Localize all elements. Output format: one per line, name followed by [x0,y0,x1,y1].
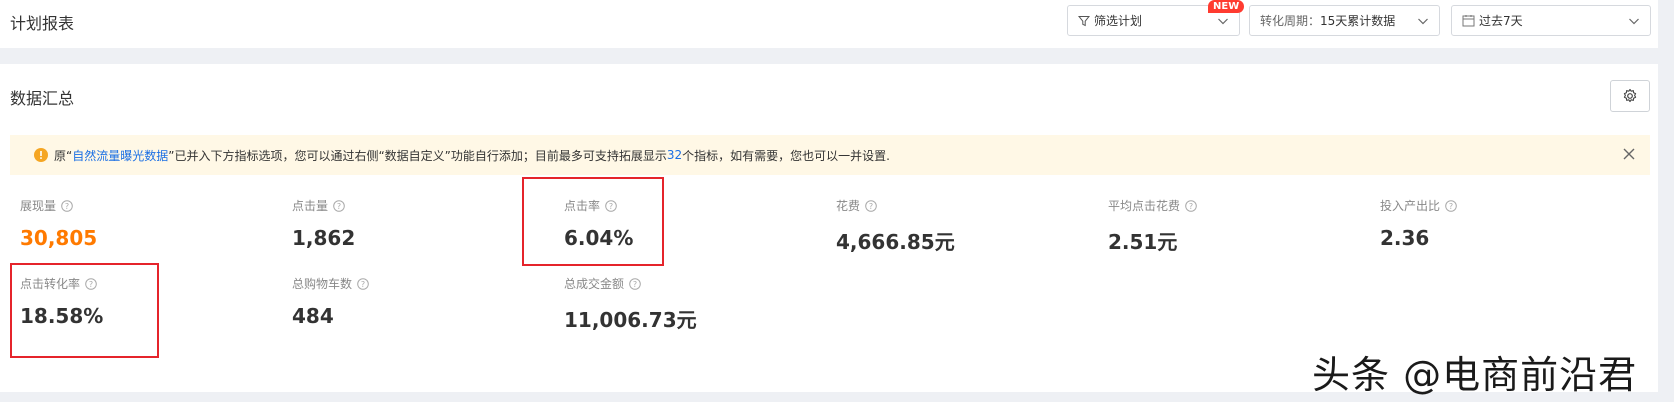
metric-label: 平均点击花费 [1108,199,1181,213]
metric-value: 2.51元 [1108,230,1178,254]
help-icon[interactable]: ? [333,199,345,212]
metric-label: 总成交金额 [564,277,625,291]
help-icon[interactable]: ? [1445,199,1457,212]
metric-impressions: 展现量 ? 30,805 [20,197,250,250]
date-range-dropdown[interactable]: 过去7天 [1451,5,1651,36]
warning-icon [34,148,48,162]
chevron-down-icon [1629,18,1639,25]
notice-text-2: ”已并入下方指标选项，您可以通过右侧“数据自定义”功能自行添加；目前最多可支持拓… [168,148,667,163]
report-header: 计划报表 筛选计划 NEW 转化周期： 15天累计数据 过去7天 [0,0,1658,48]
metric-value: 30,805 [20,226,98,250]
filter-plan-label: 筛选计划 [1094,14,1143,28]
metric-value: 484 [292,304,334,328]
settings-button[interactable] [1610,80,1650,112]
calendar-icon [1462,15,1475,27]
help-icon[interactable]: ? [1185,199,1197,212]
gear-icon [1623,88,1637,103]
svg-text:?: ? [869,202,873,211]
data-summary-card: 数据汇总 原“ 自然流量曝光数据 ”已并入下方指标选项，您可以通过右侧“数据自定… [0,64,1658,392]
help-icon[interactable]: ? [865,199,877,212]
section-title: 数据汇总 [10,89,75,108]
metric-label: 展现量 [20,199,57,213]
conversion-cycle-prefix: 转化周期： [1260,14,1321,28]
metric-clicks: 点击量 ? 1,862 [292,197,522,250]
svg-text:?: ? [1189,202,1193,211]
svg-text:?: ? [361,280,365,289]
conversion-cycle-dropdown[interactable]: 转化周期： 15天累计数据 [1249,5,1440,36]
natural-traffic-link[interactable]: 自然流量曝光数据 [72,147,168,164]
metric-value: 2.36 [1380,226,1430,250]
metric-value: 4,666.85元 [836,230,955,254]
filter-icon [1078,15,1090,26]
help-icon[interactable]: ? [357,277,369,290]
notice-text-1: 原“ [54,148,73,163]
help-icon[interactable]: ? [61,199,73,212]
chevron-down-icon [1418,18,1428,25]
metric-cart-count: 总购物车数 ? 484 [292,275,522,328]
svg-text:?: ? [65,202,69,211]
highlight-box-conversion-rate [10,263,159,358]
highlight-box-ctr [522,177,664,266]
metric-total-gmv: 总成交金额 ? 11,006.73元 [564,275,794,333]
new-badge: NEW [1208,0,1245,13]
svg-text:?: ? [1449,202,1453,211]
conversion-cycle-value: 15天累计数据 [1320,14,1396,28]
close-icon[interactable] [1622,147,1636,161]
notice-banner: 原“ 自然流量曝光数据 ”已并入下方指标选项，您可以通过右侧“数据自定义”功能自… [10,135,1650,175]
notice-text-3: 个指标，如有需要，您也可以一并设置. [682,148,890,163]
metric-roi: 投入产出比 ? 2.36 [1380,197,1610,250]
metric-label: 总购物车数 [292,277,353,291]
svg-text:?: ? [337,202,341,211]
date-range-label: 过去7天 [1479,14,1523,28]
scrollbar-track[interactable] [1658,0,1674,402]
watermark: 头条 @电商前沿君 [1312,353,1638,397]
metric-value: 11,006.73元 [564,308,697,332]
metric-label: 投入产出比 [1380,199,1441,213]
metric-limit-count: 32 [666,148,683,162]
metric-avg-cpc: 平均点击花费 ? 2.51元 [1108,197,1338,255]
metric-label: 花费 [836,199,861,213]
svg-text:?: ? [633,280,637,289]
page-title: 计划报表 [10,14,75,33]
metric-label: 点击量 [292,199,329,213]
metric-spend: 花费 ? 4,666.85元 [836,197,1066,255]
chevron-down-icon [1218,18,1228,25]
metric-value: 1,862 [292,226,356,250]
help-icon[interactable]: ? [629,277,641,290]
